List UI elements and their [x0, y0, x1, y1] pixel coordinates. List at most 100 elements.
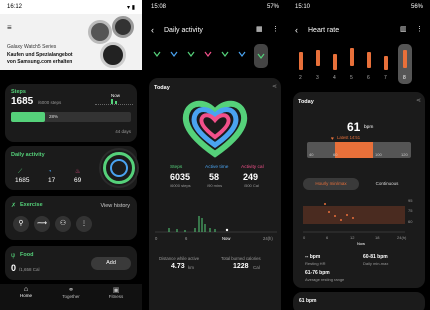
axis-6: 6: [185, 236, 188, 241]
exercise-view-history[interactable]: View history: [100, 203, 130, 209]
cycling-button[interactable]: ⚇: [55, 216, 71, 232]
steps-progress-bar: 28%: [11, 112, 131, 122]
promo-line3: von Samsung.com erhalten: [7, 59, 73, 65]
scale-120: 120: [401, 152, 408, 157]
menu-icon[interactable]: ≡: [7, 24, 12, 32]
axis-24h: 24(h): [397, 235, 407, 240]
stat-steps-label: Steps: [170, 165, 183, 170]
activity-cal-value: 69: [74, 177, 82, 184]
promo-banner[interactable]: ≡ Galaxy Watch5 Series Kaufen und Spezia…: [0, 14, 142, 70]
steps-days: 44 days: [115, 129, 131, 134]
nav-fitness-label: Fitness: [108, 294, 124, 299]
calendar-icon[interactable]: ▦: [256, 26, 263, 34]
screen-health-home: 16:12 ▾ ▮ ≡ Galaxy Watch5 Series Kaufen …: [0, 0, 142, 310]
axis-now: Now: [357, 241, 366, 246]
nav-together[interactable]: ⚭ Together: [55, 286, 87, 299]
axis-0: 0: [303, 235, 306, 240]
distance-label: Distance while active: [159, 256, 200, 261]
steps-card[interactable]: Steps 1685 /6000 steps Now 28% 44 days: [5, 84, 137, 142]
bpm-value: 61: [347, 120, 361, 134]
back-icon[interactable]: ‹: [295, 26, 298, 35]
resting-range-label: Average resting range: [305, 277, 345, 282]
latest-time: Latest 14:51: [337, 135, 361, 140]
calories-label: Total burned calories: [221, 256, 261, 261]
scale-100: 100: [375, 152, 382, 157]
food-value: 0: [11, 263, 17, 273]
more-icon[interactable]: ⋮: [272, 26, 279, 34]
stat-cal-value: 249: [243, 172, 259, 182]
weekly-hr-bars[interactable]: 2 3 4 5 6 7 8: [294, 44, 424, 86]
steps-progress-fill: [11, 112, 45, 122]
flame-icon: ♨: [75, 169, 81, 175]
axis-6: 6: [326, 235, 329, 240]
nav-home[interactable]: ⌂ Home: [12, 286, 40, 298]
stat-active-label: Active time: [205, 165, 229, 170]
stat-cal-label: Activity cal: [241, 165, 264, 170]
status-bar: 15:10 56%: [288, 0, 430, 14]
week-heart-strip[interactable]: [148, 42, 282, 70]
food-title: Food: [20, 252, 34, 258]
hr-range-bar: 40 60 100 120: [307, 142, 411, 158]
food-add-button[interactable]: Add: [91, 257, 131, 270]
daily-activity-card[interactable]: Daily activity ⟋ ◔ ♨ 1685 17 69: [5, 146, 137, 190]
back-icon[interactable]: ‹: [151, 26, 154, 35]
status-time: 15:10: [295, 4, 311, 10]
svg-text:7: 7: [384, 75, 387, 81]
activity-timeline-chart: [155, 216, 277, 233]
scale-40: 40: [309, 152, 314, 157]
axis-now: Now: [222, 236, 231, 241]
page-title: Daily activity: [164, 27, 203, 34]
screen-heart-rate: 15:10 56% ‹ Heart rate ▥ ⋮ 2 3 4 5 6 7 8 Toda…: [288, 0, 430, 310]
share-icon[interactable]: ⋖: [416, 97, 421, 105]
axis-24h: 24(h): [263, 236, 273, 241]
section-today: Today: [154, 85, 170, 91]
walking-button[interactable]: ⚲: [13, 216, 29, 232]
calories-unit: Cal: [253, 265, 260, 270]
svg-text:2: 2: [299, 75, 302, 81]
stat-active-sub: /90 mins: [207, 183, 223, 188]
status-time: 16:12: [7, 4, 23, 10]
scale-60: 60: [333, 152, 338, 157]
resting-label: Resting HR: [305, 261, 326, 266]
svg-text:5: 5: [350, 75, 353, 81]
stat-cal-sub: /500 Cal: [244, 183, 259, 188]
axis-0: 0: [155, 236, 158, 241]
hr-range-highlight: [335, 142, 373, 158]
steps-goal: /6000 steps: [38, 100, 62, 105]
nav-home-label: Home: [19, 293, 32, 298]
timer-icon: ◔: [48, 169, 52, 175]
activity-title: Daily activity: [11, 152, 45, 158]
food-card[interactable]: ψ Food 0 /1,658 Cal Add: [5, 246, 137, 280]
food-unit: /1,658 Cal: [19, 267, 40, 272]
steps-title: Steps: [11, 89, 26, 95]
more-icon[interactable]: ⋮: [416, 26, 423, 34]
more-exercises-button[interactable]: ⋮: [76, 216, 92, 232]
ytick-60: 60: [408, 219, 413, 224]
food-icon: ψ: [11, 253, 16, 259]
steps-mini-chart: [95, 99, 133, 105]
promo-line2: Kaufen und Spezialangebot: [7, 52, 73, 58]
stat-steps-value: 6035: [170, 172, 191, 182]
svg-text:4: 4: [333, 75, 336, 81]
distance-unit: km: [188, 265, 194, 270]
stat-active-value: 58: [209, 172, 220, 182]
exercise-card[interactable]: ✗ Exercise View history ⚲ ⟿ ⚇ ⋮: [5, 196, 137, 240]
svg-text:3: 3: [316, 75, 319, 81]
home-icon: ⌂: [23, 286, 29, 293]
today-card: Today ⋖ Steps 6035 /6000 steps Active ti…: [149, 78, 281, 310]
nav-fitness[interactable]: ▣ Fitness: [101, 286, 131, 299]
toggle-hourly[interactable]: Hourly min/max: [303, 178, 359, 190]
steps-icon: ⟋: [18, 169, 23, 175]
hr-scatter-chart: [303, 203, 405, 233]
watch-image: [100, 42, 126, 68]
watch-image: [88, 20, 112, 44]
exercise-title: Exercise: [20, 202, 43, 208]
chart-icon[interactable]: ▥: [400, 26, 407, 34]
promo-line1: Galaxy Watch5 Series: [7, 44, 57, 50]
share-icon[interactable]: ⋖: [272, 83, 277, 91]
section-today: Today: [298, 99, 314, 105]
axis-12: 12: [350, 235, 355, 240]
toggle-continuous[interactable]: Continuous: [359, 178, 415, 190]
running-button[interactable]: ⟿: [34, 216, 50, 232]
distance-value: 4.73: [171, 263, 185, 270]
